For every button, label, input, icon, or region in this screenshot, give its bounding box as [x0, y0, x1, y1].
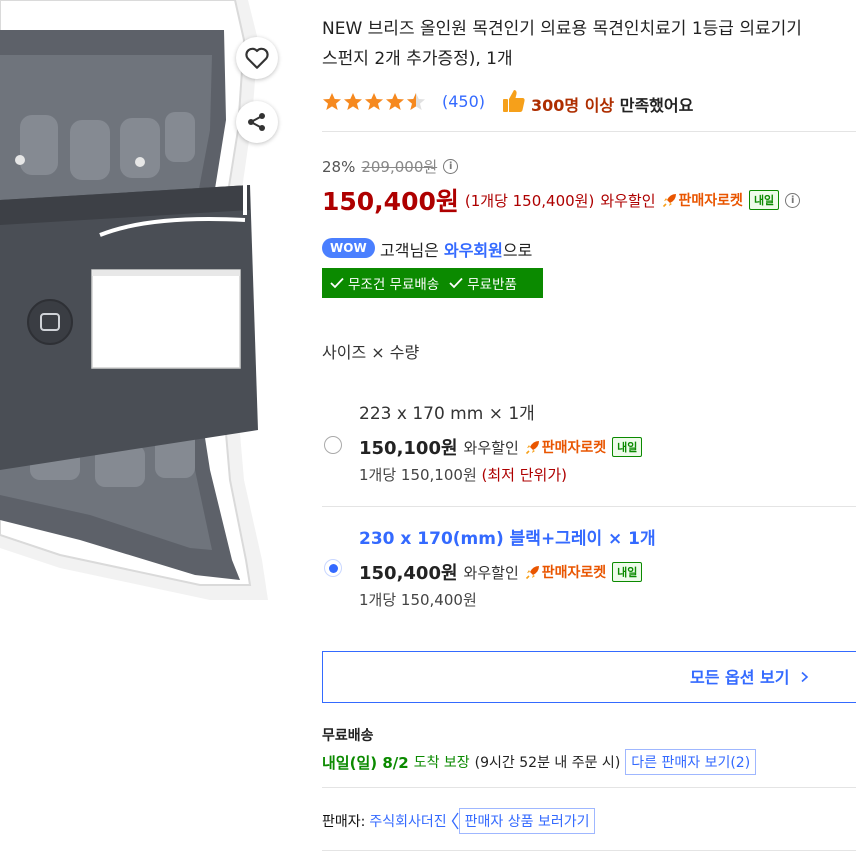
sale-price: 150,400원	[322, 187, 459, 216]
divider	[322, 850, 856, 851]
seller-rocket-label: 판매자로켓	[678, 193, 743, 209]
seller-rocket-badge: 판매자로켓	[525, 562, 606, 582]
option-unit-price-value: 1개당 150,100원	[359, 466, 477, 484]
option-price-row: 150,400원 와우할인 판매자로켓 내일	[359, 559, 643, 585]
wow-member-text: 고객님은 와우회원으로	[380, 237, 532, 261]
discount-row: 28% 209,000원 i	[322, 156, 459, 177]
seller-rocket-badge: 판매자로켓	[662, 190, 743, 210]
free-shipping-label: 무조건 무료배송	[348, 277, 440, 293]
seller-products-button[interactable]: 판매자 상품 보러가기	[458, 808, 596, 834]
option-unit-price-value: 1개당 150,400원	[359, 591, 477, 609]
rating-stars[interactable]	[322, 92, 426, 112]
option-name: 223 x 170 mm × 1개	[359, 404, 535, 424]
rocket-icon	[525, 441, 539, 455]
option-item[interactable]: 223 x 170 mm × 1개 150,100원 와우할인 판매자로켓 내일…	[322, 396, 856, 496]
order-deadline: (9시간 52분 내 주문 시)	[474, 755, 621, 771]
check-icon	[330, 277, 344, 289]
product-title-line2: 스펀지 2개 추가증정), 1개	[322, 49, 513, 69]
star-full-icon	[344, 93, 362, 110]
wow-member-pre: 고객님은	[380, 241, 444, 260]
divider	[322, 787, 856, 788]
share-button[interactable]	[236, 101, 278, 143]
original-price: 209,000원	[361, 158, 438, 176]
rocket-icon	[662, 194, 676, 208]
seller-name-link[interactable]: 주식회사더진	[369, 811, 446, 831]
option-price: 150,400원	[359, 563, 458, 584]
option-radio[interactable]	[324, 436, 342, 454]
rocket-icon	[525, 566, 539, 580]
tomorrow-badge: 내일	[612, 562, 643, 582]
rating-count-link[interactable]: (450)	[442, 92, 485, 111]
wow-member-highlight: 와우회원	[443, 241, 503, 260]
shipping-row: 내일(일) 8/2 도착 보장 (9시간 52분 내 주문 시) 다른 판매자 …	[322, 749, 757, 775]
delivery-guarantee: 도착 보장	[413, 755, 470, 771]
free-shipping-banner: 무조건 무료배송 무료반품	[322, 268, 543, 298]
option-radio-selected[interactable]	[324, 559, 342, 577]
check-icon	[449, 277, 463, 289]
star-full-icon	[386, 93, 404, 110]
divider	[322, 506, 856, 507]
seller-rocket-label: 판매자로켓	[541, 565, 607, 581]
satisfaction-count: 300명 이상	[531, 96, 615, 115]
option-wow-label: 와우할인	[463, 563, 519, 582]
other-sellers-button[interactable]: 다른 판매자 보기(2)	[625, 749, 757, 775]
option-wow-label: 와우할인	[463, 438, 519, 457]
option-unit-price: 1개당 150,100원 (최저 단위가)	[359, 464, 567, 485]
wow-badge: WOW	[322, 238, 375, 258]
star-full-icon	[323, 93, 341, 110]
divider	[322, 131, 856, 132]
delivery-date: 내일(일) 8/2	[322, 753, 409, 772]
option-unit-price: 1개당 150,400원	[359, 589, 477, 610]
satisfaction-text: 300명 이상 만족했어요	[531, 92, 693, 116]
view-all-options-text: 모든 옵션 보기	[690, 668, 790, 687]
product-title-line1: NEW 브리즈 올인원 목견인기 의료용 목견인치료기 1등급 의료기기	[322, 19, 802, 39]
info-icon[interactable]: i	[785, 192, 801, 208]
tomorrow-badge: 내일	[612, 437, 643, 457]
wishlist-button[interactable]	[236, 37, 278, 79]
option-name: 230 x 170(mm) 블랙+그레이 × 1개	[359, 529, 656, 549]
satisfaction-label: 만족했어요	[619, 96, 694, 115]
thumbs-up-icon	[503, 90, 525, 112]
discount-rate: 28%	[322, 157, 356, 176]
free-return-label: 무료반품	[467, 277, 517, 293]
seller-row: 판매자: 주식회사더진 판매자 상품 보러가기	[322, 808, 596, 834]
star-half-icon	[407, 93, 425, 110]
option-header: 사이즈 × 수량	[322, 343, 420, 362]
chevron-right-icon	[801, 671, 809, 683]
tomorrow-badge: 내일	[748, 190, 780, 210]
share-icon	[248, 113, 265, 131]
seller-rocket-badge: 판매자로켓	[525, 437, 606, 457]
heart-icon	[245, 47, 269, 69]
price-row: 150,400원 (1개당 150,400원) 와우할인 판매자로켓 내일 i	[322, 182, 801, 218]
option-price-row: 150,100원 와우할인 판매자로켓 내일	[359, 434, 643, 460]
view-all-options-label[interactable]: 모든 옵션 보기	[690, 664, 809, 688]
wow-discount-label: 와우할인	[600, 191, 656, 210]
seller-rocket-label: 판매자로켓	[541, 440, 607, 456]
option-price: 150,100원	[359, 438, 458, 459]
unit-price: (1개당 150,400원)	[464, 191, 595, 210]
wow-member-post: 으로	[502, 241, 533, 260]
star-full-icon	[365, 93, 383, 110]
shipping-title: 무료배송	[322, 728, 374, 744]
product-title: NEW 브리즈 올인원 목견인기 의료용 목견인치료기 1등급 의료기기 스펀지…	[322, 14, 856, 74]
option-item-selected[interactable]: 230 x 170(mm) 블랙+그레이 × 1개 150,400원 와우할인 …	[322, 521, 856, 621]
info-icon[interactable]: i	[443, 159, 459, 174]
lowest-unit-note: (최저 단위가)	[481, 466, 568, 484]
chevron-left-icon	[451, 812, 459, 830]
seller-label: 판매자:	[322, 814, 366, 830]
